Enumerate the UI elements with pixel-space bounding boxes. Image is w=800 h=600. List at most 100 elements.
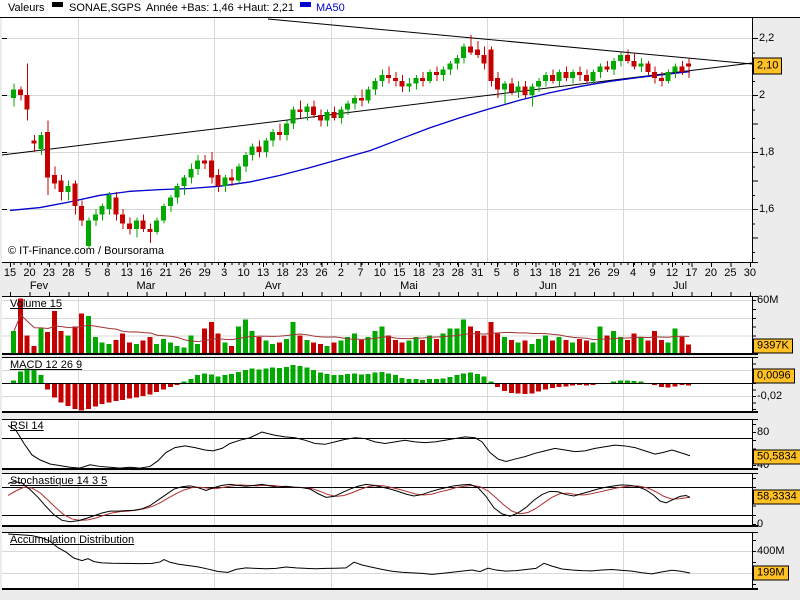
candle bbox=[604, 66, 610, 70]
volume-bar bbox=[338, 340, 344, 353]
stoch-axis-label: 0 bbox=[757, 518, 764, 530]
volume-bar bbox=[645, 340, 651, 353]
candle bbox=[352, 97, 357, 104]
macd-bar bbox=[358, 374, 364, 383]
macd-bar bbox=[420, 379, 426, 383]
volume-bar bbox=[665, 342, 671, 353]
macd-bar bbox=[79, 383, 85, 411]
day-tick-label: 12 bbox=[665, 267, 679, 279]
candle bbox=[427, 72, 433, 81]
macd-bar bbox=[38, 375, 44, 383]
macd-bar bbox=[65, 383, 71, 406]
macd-bar bbox=[617, 380, 623, 383]
volume-bar bbox=[290, 322, 296, 353]
candle bbox=[481, 55, 487, 64]
volume-bar bbox=[133, 344, 139, 353]
macd-bar bbox=[338, 375, 344, 383]
volume-bar bbox=[536, 338, 542, 353]
candle bbox=[311, 106, 317, 115]
macd-bar bbox=[392, 375, 398, 383]
candle bbox=[508, 83, 514, 93]
volume-bar bbox=[38, 328, 44, 353]
volume-bar bbox=[624, 339, 630, 353]
macd-badge: 0,0096 bbox=[753, 368, 795, 384]
macd-bar bbox=[201, 373, 207, 383]
chart-canvas[interactable] bbox=[0, 0, 800, 600]
volume-bar bbox=[256, 337, 262, 353]
rsi-panel-title: RSI 14 bbox=[10, 420, 44, 432]
day-tick-label: 26 bbox=[179, 267, 192, 279]
volume-bar bbox=[570, 342, 576, 353]
volume-bar bbox=[617, 337, 623, 353]
day-tick-label: 26 bbox=[587, 267, 601, 279]
day-tick-label: 13 bbox=[256, 267, 270, 279]
candle bbox=[488, 49, 494, 81]
volume-bar bbox=[386, 335, 392, 353]
volume-bar bbox=[672, 328, 678, 353]
volume-bar bbox=[638, 337, 644, 353]
macd-bar bbox=[379, 371, 385, 383]
candle bbox=[577, 72, 583, 76]
volume-bar bbox=[126, 342, 132, 353]
macd-bar bbox=[522, 383, 528, 395]
candle bbox=[358, 97, 364, 101]
macd-bar bbox=[86, 383, 92, 409]
macd-bar bbox=[631, 381, 637, 383]
volume-bar bbox=[590, 342, 596, 353]
day-tick-label: 18 bbox=[549, 267, 562, 279]
volume-bar bbox=[488, 322, 494, 353]
month-label: Jun bbox=[539, 280, 557, 292]
macd-bar bbox=[229, 373, 235, 383]
candle bbox=[72, 183, 78, 207]
day-tick-label: 29 bbox=[607, 267, 620, 279]
candle bbox=[563, 72, 569, 78]
volume-bar bbox=[174, 345, 180, 353]
candle bbox=[65, 186, 71, 192]
candle bbox=[611, 60, 617, 70]
macd-bar bbox=[263, 368, 269, 383]
candle bbox=[249, 146, 255, 155]
candle bbox=[331, 112, 337, 118]
macd-bar bbox=[365, 373, 371, 383]
month-label: Jul bbox=[672, 280, 688, 292]
volume-bar bbox=[161, 338, 167, 353]
macd-bar bbox=[515, 383, 521, 394]
macd-bar bbox=[508, 383, 514, 393]
day-tick-label: 10 bbox=[373, 267, 387, 279]
volume-bar bbox=[283, 338, 289, 353]
volume-bar bbox=[631, 333, 637, 353]
candle bbox=[365, 89, 371, 101]
macd-bar bbox=[58, 383, 64, 403]
macd-bar bbox=[624, 380, 630, 383]
candle bbox=[617, 55, 623, 61]
day-tick-label: 13 bbox=[120, 267, 133, 279]
macd-bar bbox=[386, 373, 392, 383]
macd-bar bbox=[536, 383, 542, 392]
candle bbox=[51, 174, 57, 184]
macd-axis-label: -0,02 bbox=[757, 390, 783, 402]
month-label: Avr bbox=[264, 280, 282, 292]
volume-bar bbox=[502, 337, 508, 353]
volume-bar bbox=[474, 331, 480, 353]
main-panel-bg bbox=[2, 18, 752, 262]
macd-bar bbox=[140, 383, 146, 396]
volume-bar bbox=[495, 333, 501, 353]
volume-bar bbox=[51, 310, 57, 353]
candle bbox=[174, 186, 180, 198]
volume-bar bbox=[304, 339, 310, 353]
day-tick-label: 5 bbox=[84, 267, 91, 279]
volume-bar bbox=[611, 331, 617, 353]
candle bbox=[413, 77, 419, 84]
candle bbox=[372, 80, 378, 90]
macd-bar bbox=[147, 383, 153, 395]
macd-bar bbox=[276, 368, 282, 383]
macd-bar bbox=[372, 372, 378, 383]
candle bbox=[658, 77, 664, 81]
candle bbox=[99, 206, 105, 215]
candle bbox=[317, 114, 323, 121]
candle bbox=[522, 86, 528, 95]
macd-bar bbox=[317, 372, 323, 383]
day-tick-label: 18 bbox=[412, 267, 425, 279]
candle bbox=[379, 75, 385, 81]
candle bbox=[263, 140, 269, 152]
